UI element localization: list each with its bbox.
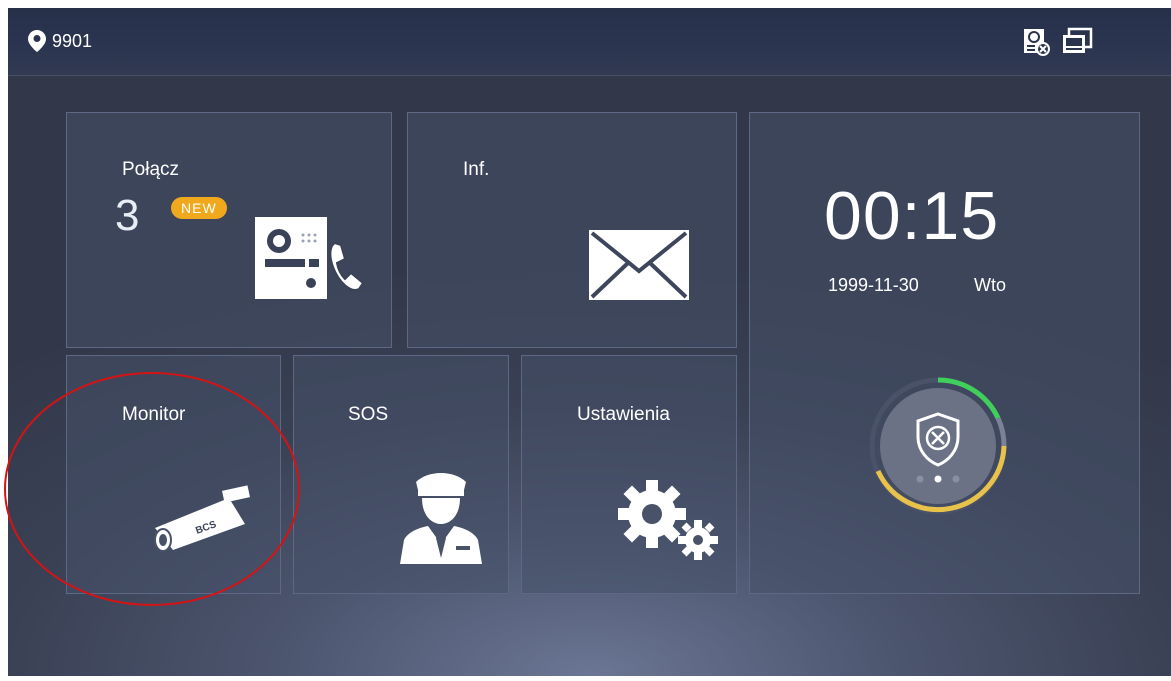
call-tile[interactable]: Połącz 3 NEW [66,112,392,348]
door-station-phone-icon [255,217,365,299]
new-badge: NEW [171,197,227,219]
location-indicator: 9901 [28,30,92,52]
clock-date: 1999-11-30 [828,275,919,295]
top-status-bar: 9901 [8,8,1171,76]
security-guard-icon [400,473,482,564]
clock-time: 00:15 [824,178,1000,254]
room-number: 9901 [52,30,93,51]
info-tile[interactable]: Inf. [407,112,737,348]
clock-day: Wto [974,275,1007,295]
settings-tile[interactable]: Ustawienia [521,355,737,594]
annotation-circle [4,372,300,606]
envelope-icon [589,230,689,300]
call-label: Połącz [122,159,180,180]
gears-icon [618,480,718,560]
alarm-status-ring[interactable] [868,371,1008,521]
map-pin-icon [28,30,46,52]
new-call-count: 3 [115,191,140,240]
status-icons [1021,27,1093,57]
sos-tile[interactable]: SOS [293,355,509,594]
monitor-screens-icon[interactable] [1061,27,1093,57]
settings-label: Ustawienia [577,404,670,425]
clock-tile: 00:15 1999-11-30 Wto [749,112,1140,594]
intercom-offline-icon[interactable] [1021,27,1051,57]
sos-label: SOS [348,404,389,425]
info-label: Inf. [463,159,490,180]
